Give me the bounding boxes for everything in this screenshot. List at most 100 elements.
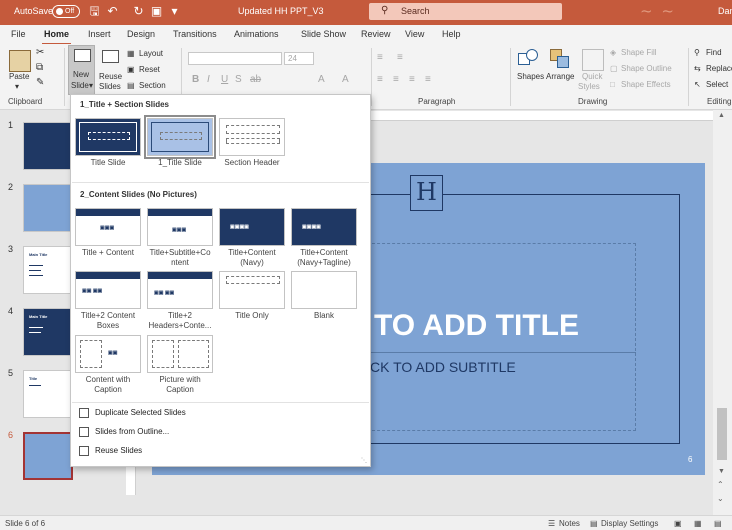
layout-content-with-caption[interactable]: ▣▣: [75, 335, 141, 373]
shape-outline-button[interactable]: Shape Outline: [621, 64, 672, 73]
strikethrough-icon[interactable]: ab: [250, 74, 261, 85]
quick-styles-label-1[interactable]: Quick: [582, 72, 602, 81]
new-slide-label-2: Slide: [71, 81, 89, 90]
layout-picture-with-caption[interactable]: [147, 335, 213, 373]
paste-button[interactable]: Paste: [9, 72, 29, 81]
find-button[interactable]: Find: [706, 48, 722, 57]
layout-caption: Content with: [85, 375, 131, 384]
notes-icon: ☰: [548, 519, 556, 528]
customize-toolbar-icon[interactable]: ▾: [168, 5, 181, 18]
slide-thumbnail-3[interactable]: Main Title: [23, 246, 73, 294]
search-box[interactable]: ⚲ Search: [369, 3, 562, 20]
reset-button[interactable]: Reset: [139, 65, 160, 74]
reading-view-icon[interactable]: ▤: [714, 519, 722, 528]
scroll-up-icon[interactable]: ▲: [718, 112, 725, 119]
layout-title-content[interactable]: ▣▣▣: [75, 208, 141, 246]
layout-caption: Boxes: [96, 321, 120, 330]
vertical-scrollbar[interactable]: ▲ ▼ ⌃ ⌄: [713, 110, 732, 515]
layout-title-content-navy-tagline[interactable]: ▣▣▣▣: [291, 208, 357, 246]
shape-fill-button[interactable]: Shape Fill: [621, 48, 657, 57]
new-slide-dropdown-icon: ▾: [89, 81, 94, 90]
shadow-icon[interactable]: S: [235, 74, 242, 85]
undo-icon[interactable]: ↶: [106, 5, 119, 18]
slide-sorter-icon[interactable]: ▦: [694, 519, 702, 528]
replace-button[interactable]: Replace: [706, 64, 732, 73]
layout-title-content-navy[interactable]: ▣▣▣▣: [219, 208, 285, 246]
layout-blank[interactable]: [291, 271, 357, 309]
italic-icon[interactable]: I: [207, 74, 210, 85]
new-slide-button[interactable]: New Slide ▾: [68, 45, 95, 95]
tab-animations[interactable]: Animations: [234, 29, 279, 39]
reuse-slides-label-2[interactable]: Slides: [99, 82, 121, 91]
format-painter-icon[interactable]: ✎: [36, 77, 44, 88]
ribbon-separator: [688, 48, 689, 106]
font-size-box[interactable]: 24: [284, 52, 314, 65]
layout-section-header[interactable]: [219, 118, 285, 156]
user-name[interactable]: Dan: [718, 6, 732, 16]
layout-title-only[interactable]: [219, 271, 285, 309]
layout-icon: ▦: [127, 49, 135, 58]
tab-insert[interactable]: Insert: [88, 29, 111, 39]
tab-view[interactable]: View: [405, 29, 424, 39]
slide-title[interactable]: TO ADD TITLE: [374, 309, 579, 343]
layout-title-slide[interactable]: [75, 118, 141, 156]
gallery-section-title-1: 1_Title + Section Slides: [80, 100, 169, 109]
layout-1-title-slide[interactable]: [144, 115, 216, 159]
slide-thumbnail-2[interactable]: [23, 184, 73, 232]
section-button[interactable]: Section: [139, 81, 166, 90]
notes-button[interactable]: Notes: [559, 519, 580, 528]
tab-design[interactable]: Design: [127, 29, 155, 39]
reuse-slides-label-1[interactable]: Reuse: [99, 72, 122, 81]
font-color-2-icon[interactable]: A: [342, 74, 349, 85]
previous-slide-icon[interactable]: ⌃: [717, 480, 724, 489]
justify-icon[interactable]: ≡: [425, 74, 431, 85]
slide-thumbnail-1[interactable]: [23, 122, 73, 170]
quick-styles-label-2[interactable]: Styles: [578, 82, 600, 91]
cut-icon[interactable]: ✂: [36, 47, 44, 58]
normal-view-icon[interactable]: ▣: [674, 519, 682, 528]
select-button[interactable]: Select: [706, 80, 728, 89]
arrange-button[interactable]: Arrange: [546, 72, 574, 81]
numbering-icon[interactable]: ≡: [397, 52, 403, 63]
scroll-down-icon[interactable]: ▼: [718, 468, 725, 475]
tab-home[interactable]: Home: [41, 29, 72, 45]
next-slide-icon[interactable]: ⌄: [717, 494, 724, 503]
layout-title-2-content-boxes[interactable]: ▣▣ ▣▣: [75, 271, 141, 309]
redo-icon[interactable]: ↻: [132, 5, 145, 18]
bold-icon[interactable]: B: [192, 74, 199, 85]
align-right-icon[interactable]: ≡: [409, 74, 415, 85]
reuse-icon: [79, 446, 89, 456]
ribbon-tabs: File Home Insert Design Transitions Anim…: [0, 25, 732, 45]
underline-icon[interactable]: U: [221, 74, 228, 85]
slide-number: 6: [688, 455, 693, 464]
slide-thumbnail-5[interactable]: Title: [23, 370, 73, 418]
tab-file[interactable]: File: [11, 29, 26, 39]
tab-review[interactable]: Review: [361, 29, 391, 39]
align-center-icon[interactable]: ≡: [393, 74, 399, 85]
font-name-box[interactable]: [188, 52, 282, 65]
tab-slide-show[interactable]: Slide Show: [301, 29, 346, 39]
align-left-icon[interactable]: ≡: [377, 74, 383, 85]
resize-grip-icon[interactable]: ⋱: [361, 457, 367, 464]
layout-caption: Blank: [313, 311, 334, 320]
tab-help[interactable]: Help: [442, 29, 461, 39]
bullets-icon[interactable]: ≡: [377, 52, 383, 63]
layout-title-subtitle-content[interactable]: ▣▣▣: [147, 208, 213, 246]
layout-button[interactable]: Layout: [139, 49, 163, 58]
layout-title-2-headers-content[interactable]: ▣▣ ▣▣: [147, 271, 213, 309]
paste-dropdown-icon[interactable]: ▾: [15, 82, 19, 91]
autosave-toggle[interactable]: Off: [52, 5, 80, 18]
display-settings-button[interactable]: Display Settings: [601, 519, 658, 528]
slide-subtitle[interactable]: CK TO ADD SUBTITLE: [370, 359, 516, 375]
present-icon[interactable]: ▣: [150, 5, 163, 18]
font-color-icon[interactable]: A: [318, 74, 325, 85]
shapes-button[interactable]: Shapes: [517, 72, 544, 81]
shape-effects-button[interactable]: Shape Effects: [621, 80, 671, 89]
slide-thumbnail-6[interactable]: [23, 432, 73, 480]
copy-icon[interactable]: ⧉: [36, 62, 43, 73]
scroll-thumb[interactable]: [717, 408, 727, 460]
layout-caption: Caption: [166, 385, 194, 394]
slide-thumbnail-4[interactable]: Main Title: [23, 308, 73, 356]
save-icon[interactable]: 🖫: [88, 5, 101, 18]
tab-transitions[interactable]: Transitions: [173, 29, 217, 39]
